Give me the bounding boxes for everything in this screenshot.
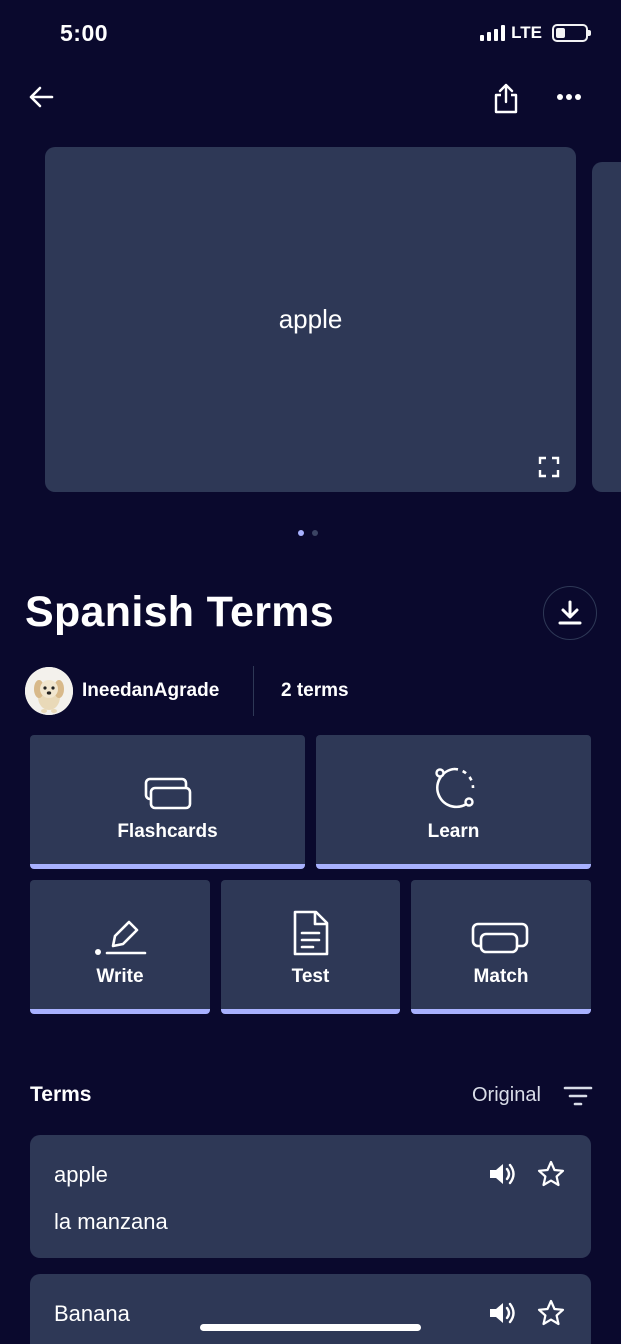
write-button[interactable]: Write (30, 880, 210, 1014)
flashcards-label: Flashcards (117, 821, 218, 842)
carousel-pagination (298, 530, 318, 536)
term-word: apple (54, 1162, 108, 1187)
match-label: Match (473, 966, 529, 987)
star-icon (537, 1160, 565, 1187)
terms-heading: Terms (30, 1083, 92, 1106)
signal-icon (480, 25, 506, 41)
match-button[interactable]: Match (411, 880, 591, 1014)
term-card[interactable]: Banana (30, 1274, 591, 1344)
avatar[interactable] (25, 667, 73, 715)
write-icon (93, 912, 147, 956)
network-label: LTE (511, 23, 542, 42)
sort-button[interactable] (563, 1085, 593, 1112)
learn-icon (431, 767, 477, 811)
arrow-left-icon (29, 86, 54, 108)
more-button[interactable] (553, 87, 585, 107)
sort-label[interactable]: Original (472, 1084, 541, 1107)
download-button[interactable] (543, 586, 597, 640)
status-time: 5:00 (60, 20, 109, 46)
term-count: 2 terms (281, 680, 349, 701)
status-indicators: LTE (480, 23, 591, 43)
test-icon (291, 910, 331, 956)
share-icon (494, 83, 518, 114)
page-dot (312, 530, 318, 536)
term-definition: la manzana (54, 1209, 168, 1234)
expand-button[interactable] (538, 456, 560, 478)
write-label: Write (96, 966, 144, 987)
speaker-icon (490, 1302, 515, 1324)
puppy-avatar-icon (25, 667, 73, 715)
set-title: Spanish Terms (25, 588, 334, 636)
speaker-icon (490, 1163, 515, 1185)
flashcards-button[interactable]: Flashcards (30, 735, 305, 869)
learn-label: Learn (427, 821, 480, 842)
sort-icon (563, 1086, 593, 1106)
flashcards-icon (144, 767, 192, 811)
term-word: Banana (54, 1301, 130, 1326)
divider (253, 666, 254, 716)
flashcard-preview[interactable]: apple (45, 147, 576, 492)
share-button[interactable] (490, 80, 522, 116)
home-indicator[interactable] (200, 1324, 421, 1331)
flashcard-next-preview[interactable] (592, 162, 621, 492)
back-button[interactable] (26, 82, 56, 112)
author-name[interactable]: IneedanAgrade (82, 680, 219, 702)
star-icon (537, 1299, 565, 1326)
learn-button[interactable]: Learn (316, 735, 591, 869)
download-icon (558, 600, 582, 625)
test-button[interactable]: Test (221, 880, 400, 1014)
match-icon (471, 912, 531, 956)
audio-button[interactable] (488, 1300, 516, 1331)
flashcard-term: apple (278, 304, 343, 334)
page-dot-active (298, 530, 304, 536)
expand-icon (538, 456, 560, 478)
audio-button[interactable] (488, 1161, 516, 1192)
more-horizontal-icon (557, 94, 581, 100)
star-button[interactable] (537, 1160, 565, 1193)
battery-icon (552, 24, 591, 42)
term-card[interactable]: apple la manzana (30, 1135, 591, 1258)
star-button[interactable] (537, 1299, 565, 1332)
test-label: Test (291, 966, 330, 987)
